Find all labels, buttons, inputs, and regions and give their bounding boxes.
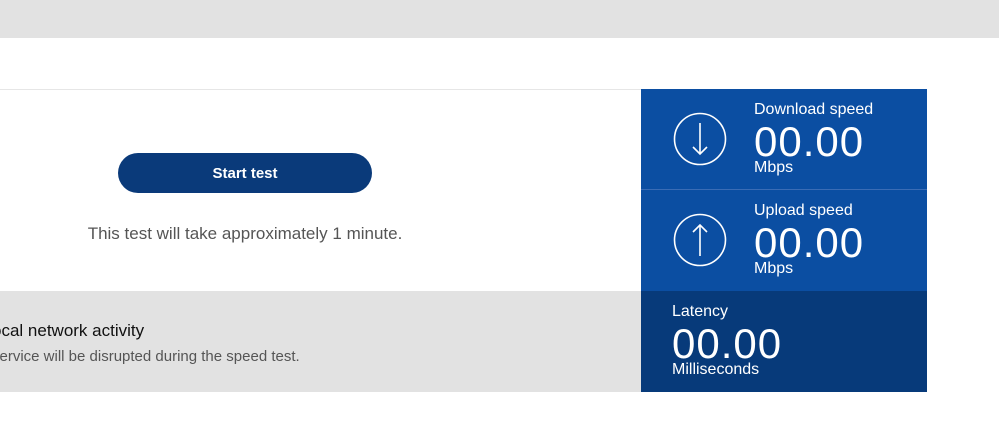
download-speed-unit: Mbps bbox=[754, 159, 794, 176]
network-activity-title: ocal network activity bbox=[0, 321, 145, 340]
network-activity-description: service will be disrupted during the spe… bbox=[0, 348, 300, 365]
latency-unit: Milliseconds bbox=[672, 361, 760, 378]
start-test-button[interactable]: Start test bbox=[118, 153, 372, 193]
upload-speed-unit: Mbps bbox=[754, 260, 794, 277]
speed-test-panel: Start test This test will take approxima… bbox=[0, 90, 641, 291]
test-duration-note: This test will take approximately 1 minu… bbox=[87, 224, 403, 243]
latency-card: Latency 00.00 Milliseconds bbox=[641, 291, 927, 392]
top-bar bbox=[0, 0, 999, 38]
speed-metrics-panel: Download speed 00.00 Mbps Upload speed 0… bbox=[641, 89, 927, 392]
arrow-down-circle-icon bbox=[673, 112, 727, 166]
network-activity-panel: ocal network activity service will be di… bbox=[0, 291, 641, 392]
download-speed-card: Download speed 00.00 Mbps bbox=[641, 89, 927, 190]
arrow-up-circle-icon bbox=[673, 213, 727, 267]
upload-speed-card: Upload speed 00.00 Mbps bbox=[641, 190, 927, 291]
